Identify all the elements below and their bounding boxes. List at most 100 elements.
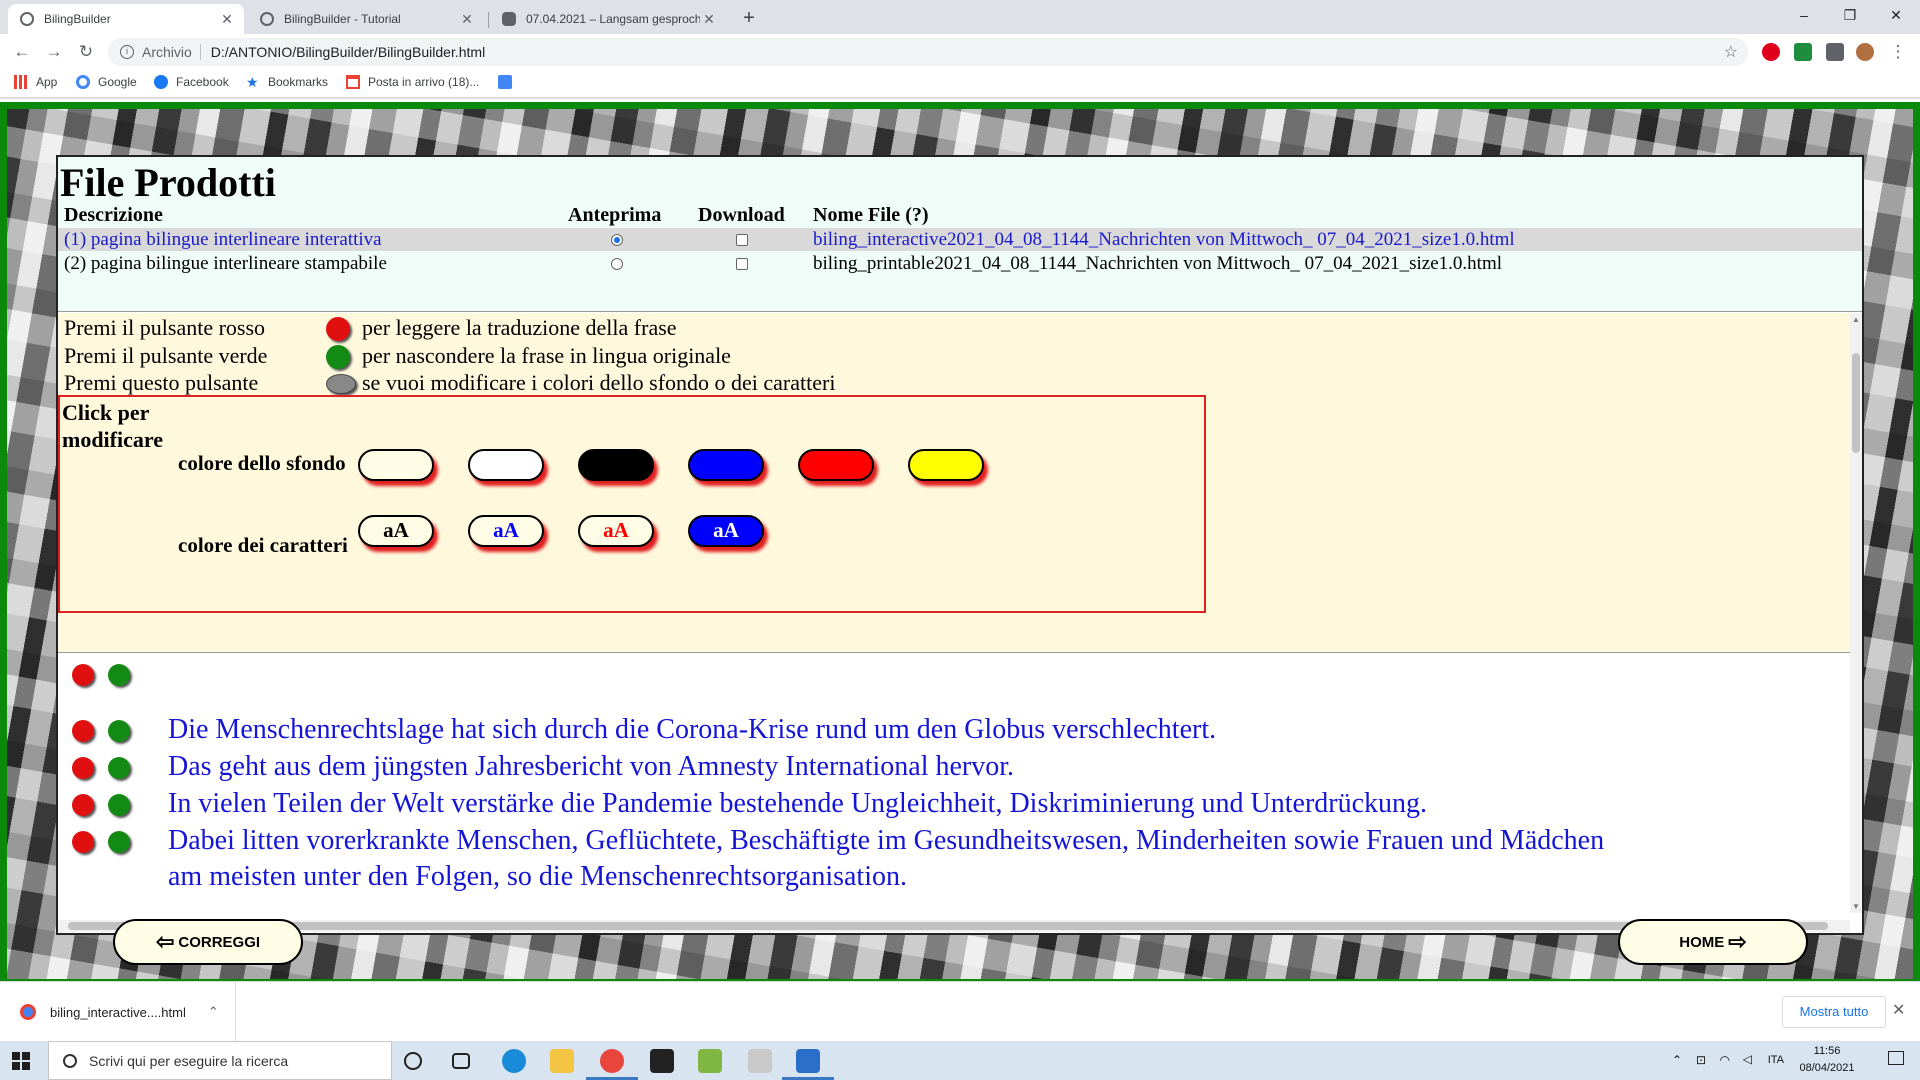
hide-green-button[interactable]: [108, 831, 130, 853]
bookmark-app[interactable]: App: [14, 75, 57, 89]
back-button[interactable]: ←: [10, 40, 34, 64]
cortana-icon[interactable]: [404, 1052, 422, 1070]
file-name-link[interactable]: biling_printable2021_04_08_1144_Nachrich…: [813, 253, 1502, 275]
notification-icon[interactable]: [1888, 1051, 1904, 1065]
notepad-icon[interactable]: [698, 1049, 722, 1073]
tool-icon[interactable]: [748, 1049, 772, 1073]
show-all-button[interactable]: Mostra tutto: [1782, 996, 1886, 1028]
address-bar[interactable]: i Archivio D:/ANTONIO/BilingBuilder/Bili…: [108, 38, 1748, 66]
download-item[interactable]: biling_interactive....html ⌃: [0, 982, 236, 1042]
background-color-option[interactable]: [908, 449, 984, 481]
chrome-icon[interactable]: [600, 1049, 624, 1073]
translate-red-button[interactable]: [72, 664, 94, 686]
wifi-icon[interactable]: ◠: [1720, 1053, 1730, 1067]
bookmark-facebook[interactable]: Facebook: [154, 75, 229, 89]
task-view-icon[interactable]: [452, 1053, 470, 1069]
file-explorer-icon[interactable]: [550, 1049, 574, 1073]
translate-red-button[interactable]: [72, 720, 94, 742]
file-description: (2) pagina bilingue interlineare stampab…: [64, 253, 387, 274]
correggi-button[interactable]: ⇦ CORREGGI: [113, 919, 303, 965]
star-icon[interactable]: ☆: [1724, 42, 1738, 62]
translate-red-button[interactable]: [72, 831, 94, 853]
scroll-down-icon[interactable]: ▼: [1850, 902, 1862, 911]
reload-button[interactable]: ↻: [74, 40, 98, 64]
clock-time[interactable]: 11:56: [1792, 1045, 1862, 1057]
scrollbar-thumb[interactable]: [1852, 353, 1860, 453]
menu-icon[interactable]: ⋮: [1886, 40, 1910, 64]
download-bar: biling_interactive....html ⌃ Mostra tutt…: [0, 981, 1920, 1042]
tab-title: 07.04.2021 – Langsam gesproche: [526, 12, 700, 26]
sentence-row-empty: [58, 654, 1850, 691]
translate-red-button[interactable]: [72, 794, 94, 816]
opera-icon[interactable]: [1762, 43, 1780, 61]
translate-red-button[interactable]: [72, 757, 94, 779]
shield-icon[interactable]: [1794, 43, 1812, 61]
tab-tutorial[interactable]: BilingBuilder - Tutorial ✕: [248, 4, 484, 34]
scroll-up-icon[interactable]: ▲: [1850, 315, 1862, 324]
vertical-scrollbar[interactable]: ▲ ▼: [1850, 313, 1862, 913]
maximize-button[interactable]: ❐: [1830, 4, 1870, 26]
language-indicator[interactable]: ITA: [1768, 1054, 1784, 1066]
bookmark-gmail[interactable]: Posta in arrivo (18)...: [346, 75, 479, 89]
background-color-option[interactable]: [358, 449, 434, 481]
bookmark-translate[interactable]: [498, 75, 520, 89]
background-color-option[interactable]: [798, 449, 874, 481]
network-icon[interactable]: ⊡: [1696, 1053, 1706, 1067]
scrollbar-thumb[interactable]: [68, 922, 1828, 930]
forward-button[interactable]: →: [42, 40, 66, 64]
home-button[interactable]: HOME ⇨: [1618, 919, 1808, 965]
avatar[interactable]: [1856, 43, 1874, 61]
close-icon[interactable]: ✕: [1892, 1000, 1905, 1020]
header-nome-file[interactable]: Nome File (?): [813, 204, 929, 227]
extensions-icon[interactable]: [1826, 43, 1844, 61]
text-color-option[interactable]: aA: [578, 515, 654, 547]
info-icon[interactable]: i: [120, 45, 134, 59]
edge-icon[interactable]: [502, 1049, 526, 1073]
horizontal-scrollbar[interactable]: [58, 920, 1850, 932]
photos-icon[interactable]: [796, 1049, 820, 1073]
tab-bilingbuilder[interactable]: BilingBuilder ✕: [8, 4, 244, 34]
file-name-link[interactable]: biling_interactive2021_04_08_1144_Nachri…: [813, 229, 1515, 251]
chevron-up-icon[interactable]: ⌃: [208, 1004, 219, 1020]
sentence-row: In vielen Teilen der Welt verstärke die …: [58, 784, 1850, 821]
hide-green-button[interactable]: [108, 664, 130, 686]
preview-radio[interactable]: [611, 258, 623, 270]
page-viewport: File Prodotti Descrizione Anteprima Down…: [0, 99, 1920, 982]
browser-toolbar: ← → ↻ i Archivio D:/ANTONIO/BilingBuilde…: [0, 34, 1920, 70]
color-settings-button[interactable]: [326, 374, 356, 394]
instruction-text: per nascondere la frase in lingua origin…: [362, 343, 731, 368]
text-color-option[interactable]: aA: [688, 515, 764, 547]
hide-green-button[interactable]: [108, 720, 130, 742]
windows-start-icon[interactable]: [12, 1052, 30, 1070]
close-window-button[interactable]: ✕: [1876, 4, 1916, 26]
preview-radio[interactable]: [611, 234, 623, 246]
taskbar-search[interactable]: Scrivi qui per eseguire la ricerca: [48, 1041, 392, 1080]
hide-green-button[interactable]: [108, 794, 130, 816]
bookmark-google[interactable]: Google: [76, 75, 137, 89]
globe-icon: [260, 12, 274, 26]
tab-langsam[interactable]: 07.04.2021 – Langsam gesproche ✕: [490, 4, 726, 34]
background-color-option[interactable]: [688, 449, 764, 481]
minimize-button[interactable]: –: [1784, 4, 1824, 26]
header-anteprima: Anteprima: [568, 204, 662, 226]
google-icon: [76, 75, 90, 89]
close-tab-icon[interactable]: ✕: [700, 11, 718, 28]
new-tab-button[interactable]: +: [736, 6, 762, 32]
bookmark-bookmarks[interactable]: ★ Bookmarks: [246, 75, 328, 89]
download-checkbox[interactable]: [736, 258, 748, 270]
clock-date[interactable]: 08/04/2021: [1792, 1062, 1862, 1074]
text-color-option[interactable]: aA: [358, 515, 434, 547]
tab-title: BilingBuilder - Tutorial: [284, 12, 401, 26]
volume-icon[interactable]: ◁: [1743, 1052, 1752, 1066]
text-color-option[interactable]: aA: [468, 515, 544, 547]
sentence-text: Dabei litten vorerkrankte Menschen, Gefl…: [168, 825, 1605, 856]
download-checkbox[interactable]: [736, 234, 748, 246]
terminal-icon[interactable]: [650, 1049, 674, 1073]
close-tab-icon[interactable]: ✕: [218, 11, 236, 28]
sentence-text: Das geht aus dem jüngsten Jahresbericht …: [168, 751, 1015, 782]
hide-green-button[interactable]: [108, 757, 130, 779]
background-color-option[interactable]: [578, 449, 654, 481]
chevron-up-icon[interactable]: ⌃: [1672, 1053, 1682, 1067]
background-color-option[interactable]: [468, 449, 544, 481]
close-tab-icon[interactable]: ✕: [458, 11, 476, 28]
